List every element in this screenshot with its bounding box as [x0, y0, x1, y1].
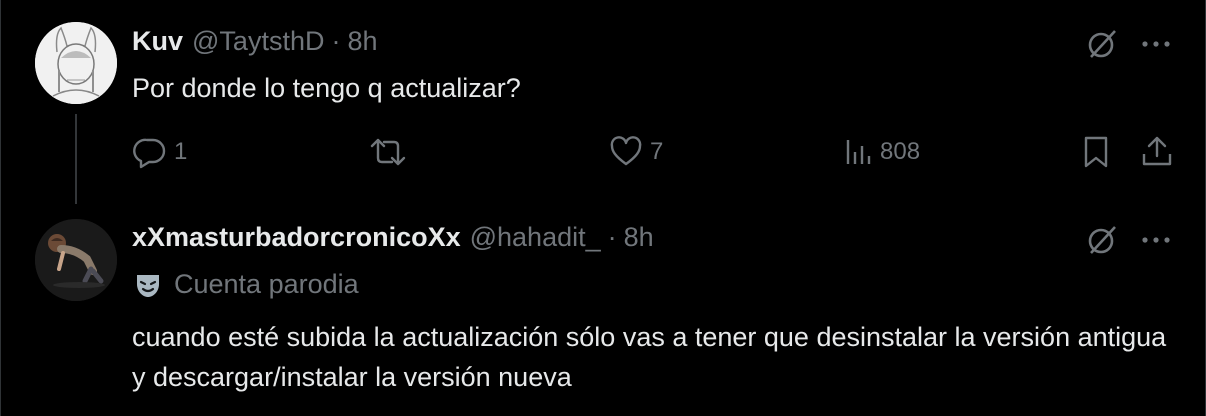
timestamp[interactable]: 8h — [624, 222, 654, 253]
heart-icon — [610, 136, 642, 166]
grok-icon[interactable] — [1085, 27, 1119, 61]
repost-icon — [370, 138, 406, 166]
avatar[interactable] — [35, 219, 117, 301]
user-handle[interactable]: @TaytsthD — [192, 26, 324, 57]
thread-connector-line — [75, 114, 77, 204]
reply-count: 1 — [174, 138, 188, 165]
like-button[interactable]: 7 — [608, 134, 663, 170]
reply-icon — [133, 138, 166, 169]
separator-dot: · — [331, 26, 341, 56]
views-icon — [846, 140, 871, 164]
avatar[interactable] — [35, 22, 117, 104]
more-icon[interactable] — [1141, 236, 1171, 244]
tweet-action-bar: 1 7 808 — [132, 134, 1177, 174]
tweet-header: Kuv @TaytsthD · 8h — [132, 26, 378, 57]
like-count: 7 — [650, 138, 664, 165]
tweet-header: xXmasturbadorcronicoXx @hahadit_ · 8h — [132, 222, 654, 253]
bookmark-icon — [1084, 136, 1108, 168]
tweet-text: cuando esté subida la actualización sólo… — [132, 322, 1167, 392]
grok-icon[interactable] — [1085, 223, 1119, 257]
parody-account-label: Cuenta parodia — [134, 269, 359, 300]
parody-mask-icon — [137, 274, 159, 297]
avatar-image — [35, 219, 117, 301]
user-handle[interactable]: @hahadit_ — [470, 222, 601, 253]
bookmark-button[interactable] — [1080, 134, 1112, 170]
display-name[interactable]: Kuv — [132, 26, 183, 57]
parody-label-text: Cuenta parodia — [174, 269, 359, 299]
tweet-text: Por donde lo tengo q actualizar? — [132, 73, 521, 103]
repost-button[interactable] — [368, 134, 408, 170]
timestamp[interactable]: 8h — [347, 26, 377, 57]
reply-button[interactable]: 1 — [132, 134, 187, 170]
display-name[interactable]: xXmasturbadorcronicoXx — [132, 222, 461, 253]
more-icon[interactable] — [1141, 40, 1171, 48]
avatar-image — [35, 22, 117, 104]
tweet-top-actions — [1085, 27, 1171, 61]
views-button[interactable]: 808 — [844, 134, 920, 170]
share-icon — [1142, 136, 1172, 166]
view-count: 808 — [880, 138, 921, 165]
tweet-top-actions — [1085, 223, 1171, 257]
conversation-thread: Kuv @TaytsthD · 8h Por donde lo tengo q … — [0, 0, 1206, 416]
separator-dot: · — [607, 222, 617, 252]
share-button[interactable] — [1139, 134, 1175, 170]
